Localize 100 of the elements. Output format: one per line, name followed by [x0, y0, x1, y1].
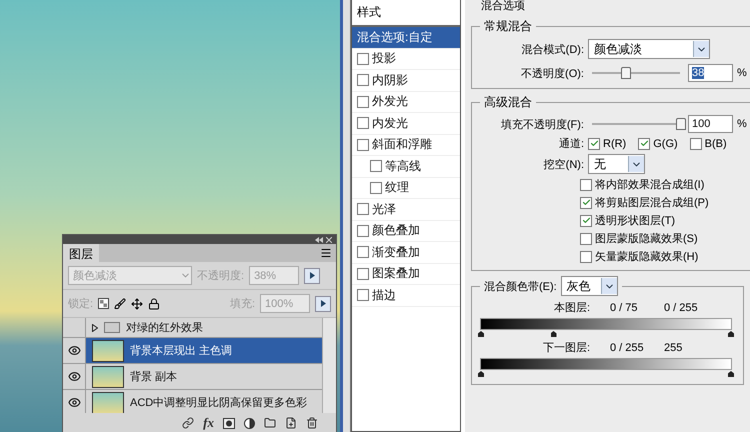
field-label: 填充不透明度(F):: [500, 118, 584, 132]
style-label: 描边: [372, 286, 396, 304]
link-icon[interactable]: [182, 417, 194, 429]
style-item[interactable]: 混合选项:自定: [352, 27, 460, 48]
band-label: 下一图层:: [542, 341, 590, 355]
layer-name: 对绿的红外效果: [126, 321, 203, 335]
brush-icon[interactable]: [114, 298, 126, 310]
arrow-button[interactable]: [315, 296, 331, 312]
channel-checkbox[interactable]: B(B): [690, 138, 727, 150]
fill-label: 填充:: [230, 297, 255, 311]
field-label: 通道:: [558, 136, 584, 151]
checkbox[interactable]: [357, 289, 369, 302]
checkbox[interactable]: [357, 96, 369, 108]
checkbox[interactable]: [357, 74, 369, 86]
band-slider-thumb[interactable]: [728, 331, 734, 337]
section-title: 高级混合: [483, 94, 533, 111]
folder-icon: [104, 322, 120, 333]
opacity-label: 不透明度:: [197, 268, 244, 283]
style-item[interactable]: 图案叠加: [352, 264, 460, 285]
check-icon: [590, 139, 598, 148]
blend-mode-select[interactable]: 颜色减淡: [588, 39, 710, 59]
layer-thumbnail: [92, 366, 124, 388]
option-checkbox[interactable]: 将剪贴图层混合成组(P): [580, 195, 709, 210]
panel-menu-icon[interactable]: [320, 247, 332, 259]
channel-checkbox[interactable]: R(R): [588, 138, 626, 150]
blend-if-select[interactable]: 灰色: [560, 276, 618, 296]
play-triangle-icon[interactable]: [320, 300, 326, 307]
fx-button[interactable]: fx: [203, 415, 214, 431]
option-checkbox[interactable]: 透明形状图层(T): [580, 213, 676, 228]
option-checkbox[interactable]: 将内部效果混合成组(I): [580, 177, 704, 192]
eye-icon[interactable]: [68, 396, 80, 409]
style-item[interactable]: 颜色叠加: [352, 220, 460, 242]
style-label: 等高线: [385, 158, 421, 175]
option-checkbox[interactable]: 图层蒙版隐藏效果(S): [580, 231, 698, 246]
expand-triangle-icon[interactable]: [92, 324, 98, 332]
band-reading: 0 / 255: [610, 342, 645, 354]
layer-thumbnail: [92, 340, 124, 362]
panel-tab[interactable]: 图层: [63, 244, 99, 262]
new-layer-icon[interactable]: [285, 417, 297, 429]
style-label: 光泽: [372, 200, 396, 218]
band-slider-thumb[interactable]: [478, 331, 484, 337]
number-field[interactable]: 38: [688, 64, 733, 82]
play-triangle-icon[interactable]: [310, 272, 315, 279]
checkbox[interactable]: [357, 224, 369, 237]
unit-label: %: [737, 67, 747, 79]
style-label: 内阴影: [372, 72, 408, 89]
style-item[interactable]: 斜面和浮雕: [352, 134, 460, 156]
number-field[interactable]: 100: [688, 115, 733, 133]
checkbox[interactable]: [370, 182, 382, 194]
style-label: 图案叠加: [372, 265, 420, 282]
checkbox[interactable]: [370, 160, 382, 172]
move-icon[interactable]: [131, 298, 144, 310]
style-item[interactable]: 投影: [352, 48, 460, 70]
band-reading: 255: [664, 342, 684, 354]
checkbox[interactable]: [357, 203, 369, 216]
field-label: 挖空(N):: [542, 158, 584, 172]
adjustment-icon[interactable]: [244, 418, 255, 428]
checkbox[interactable]: [357, 138, 369, 151]
checkbox[interactable]: [357, 52, 369, 65]
section-title: 常规混合: [483, 18, 533, 35]
style-label: 渐变叠加: [372, 244, 420, 261]
field-label: 混合模式(D):: [520, 42, 584, 56]
band-reading: 0 / 255: [664, 302, 699, 314]
folder-icon[interactable]: [264, 417, 276, 429]
style-label: 投影: [372, 50, 396, 68]
check-icon: [640, 139, 649, 148]
section-title: 混合选项: [480, 0, 526, 13]
band-slider-thumb[interactable]: [478, 371, 484, 377]
layer-name: ACD中调整明显比阴高保留更多色彩: [130, 396, 308, 410]
option-checkbox[interactable]: 矢量蒙版隐藏效果(H): [580, 249, 698, 264]
eye-icon[interactable]: [68, 344, 80, 357]
checkerboard-icon[interactable]: [98, 298, 110, 309]
layer-name: 背景本层现出 主色调: [130, 344, 232, 358]
slider-thumb[interactable]: [676, 118, 686, 130]
checkbox[interactable]: [357, 117, 369, 130]
layer-row[interactable]: 背景 副本: [63, 364, 322, 390]
layer-thumbnail: [92, 392, 124, 413]
slider-thumb[interactable]: [621, 67, 632, 79]
lock-icon[interactable]: [148, 298, 160, 310]
style-item[interactable]: 纹理: [352, 178, 460, 199]
checkbox[interactable]: [357, 268, 369, 280]
layer-row[interactable]: 对绿的红外效果: [63, 318, 322, 338]
mask-icon[interactable]: [223, 418, 235, 428]
band-slider-thumb[interactable]: [728, 371, 734, 377]
style-label: 斜面和浮雕: [372, 136, 432, 154]
layer-row[interactable]: 背景本层现出 主色调: [63, 338, 322, 364]
close-icon[interactable]: [326, 236, 332, 242]
checkbox[interactable]: [357, 246, 369, 258]
eye-icon[interactable]: [68, 370, 80, 383]
channel-checkbox[interactable]: G(G): [638, 138, 678, 150]
style-label: 外发光: [372, 93, 408, 110]
style-label: 纹理: [385, 179, 409, 196]
style-label: 颜色叠加: [372, 222, 420, 240]
style-item[interactable]: 外发光: [352, 92, 460, 113]
arrow-button[interactable]: [304, 268, 320, 284]
band-slider-thumb[interactable]: [550, 331, 556, 337]
trash-icon[interactable]: [306, 417, 318, 429]
knockout-select[interactable]: 无: [588, 154, 645, 174]
lock-label: 锁定:: [68, 296, 94, 311]
field-label: 不透明度(O):: [520, 66, 584, 80]
